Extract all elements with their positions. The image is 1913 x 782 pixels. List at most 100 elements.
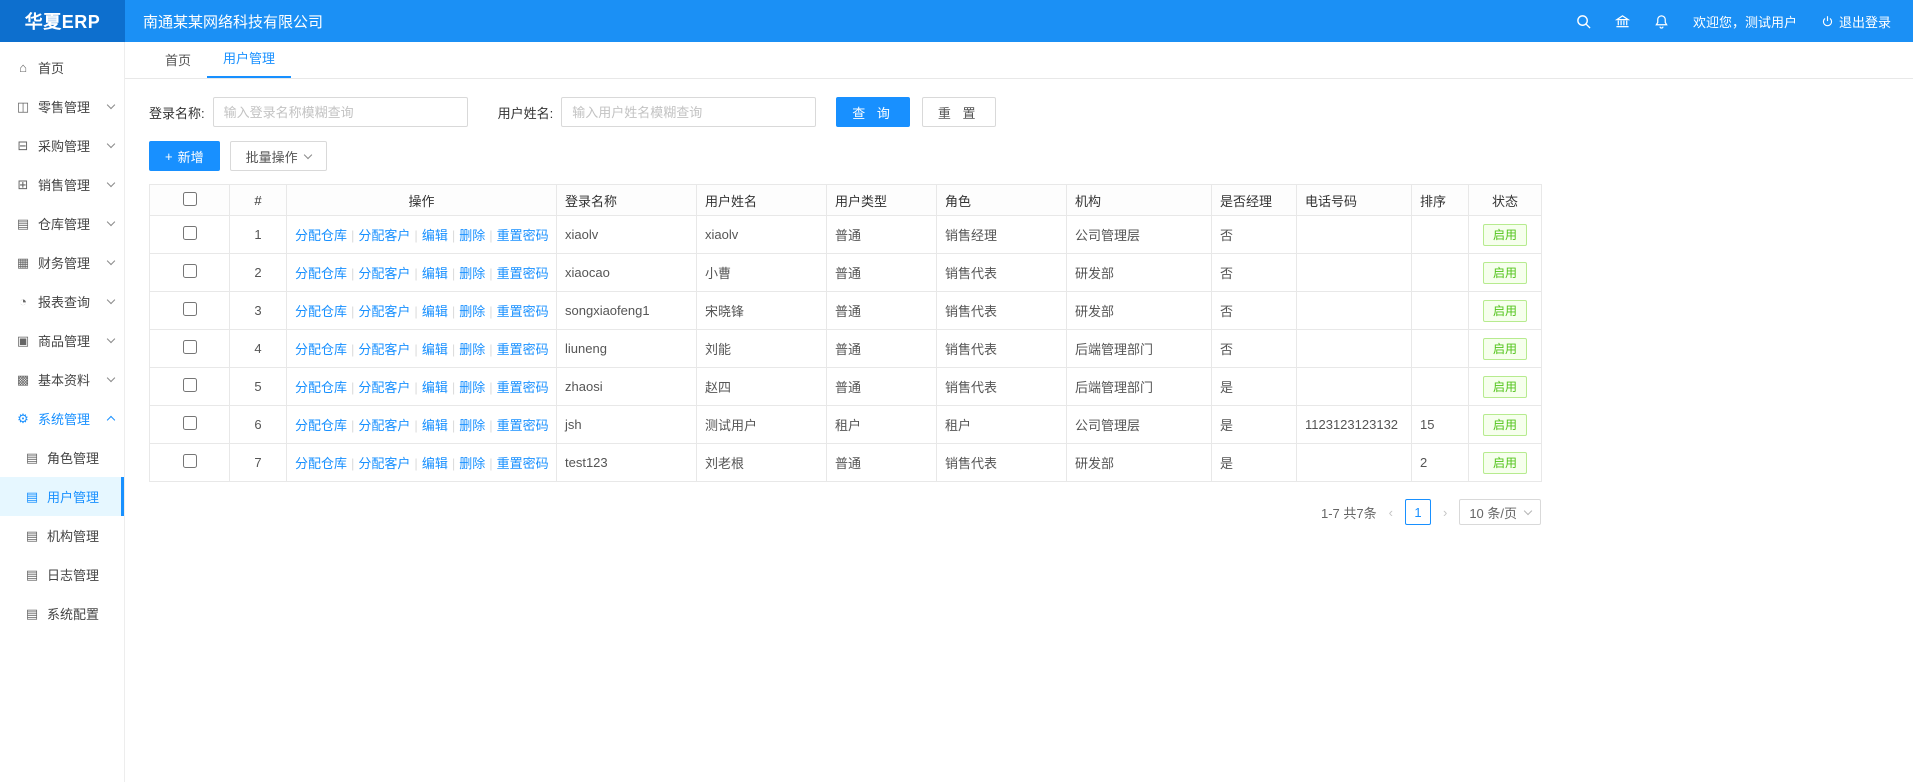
prev-page-button[interactable]: ‹ [1387,505,1395,520]
op-assign-customer-link[interactable]: 分配客户 [358,304,410,319]
batch-operations-button[interactable]: 批量操作 [230,141,327,171]
row-operations: 分配仓库|分配客户|编辑|删除|重置密码 [287,254,557,292]
is-manager-cell: 是 [1212,368,1297,406]
op-assign-customer-link[interactable]: 分配客户 [358,266,410,281]
welcome-user[interactable]: 欢迎您，测试用户 [1693,12,1797,31]
status-badge[interactable]: 启用 [1483,338,1527,360]
column-header: 是否经理 [1212,185,1297,216]
user-type-cell: 普通 [827,292,937,330]
warehouse-icon: ▤ [15,216,31,232]
op-assign-warehouse-link[interactable]: 分配仓库 [295,380,347,395]
op-separator: | [452,228,455,243]
sidebar: ⌂首页◫零售管理⊟采购管理⊞销售管理▤仓库管理▦财务管理◔报表查询▣商品管理▩基… [0,42,125,782]
op-assign-customer-link[interactable]: 分配客户 [358,456,410,471]
user-table-wrap: #操作登录名称用户姓名用户类型角色机构是否经理电话号码排序状态 1分配仓库|分配… [149,184,1541,482]
status-badge[interactable]: 启用 [1483,414,1527,436]
add-button[interactable]: + 新增 [149,141,220,171]
op-reset-password-link[interactable]: 重置密码 [497,304,549,319]
status-badge[interactable]: 启用 [1483,452,1527,474]
row-checkbox[interactable] [183,454,197,468]
op-reset-password-link[interactable]: 重置密码 [497,380,549,395]
building-icon[interactable] [1615,14,1630,29]
row-checkbox[interactable] [183,340,197,354]
sidebar-item-finance[interactable]: ▦财务管理 [0,243,124,282]
reset-button[interactable]: 重 置 [922,97,996,127]
op-delete-link[interactable]: 删除 [459,380,485,395]
page-size-select[interactable]: 10 条/页 [1459,499,1541,525]
op-edit-link[interactable]: 编辑 [422,266,448,281]
op-assign-warehouse-link[interactable]: 分配仓库 [295,304,347,319]
sidebar-item-goods[interactable]: ▣商品管理 [0,321,124,360]
row-checkbox[interactable] [183,302,197,316]
op-delete-link[interactable]: 删除 [459,228,485,243]
sidebar-item-retail[interactable]: ◫零售管理 [0,87,124,126]
tab-user-management[interactable]: 用户管理 [207,42,291,78]
row-checkbox[interactable] [183,226,197,240]
org-cell: 后端管理部门 [1067,368,1212,406]
row-checkbox[interactable] [183,416,197,430]
op-delete-link[interactable]: 删除 [459,456,485,471]
phone-cell [1297,444,1412,482]
status-badge[interactable]: 启用 [1483,262,1527,284]
row-checkbox[interactable] [183,264,197,278]
sidebar-item-home[interactable]: ⌂首页 [0,48,124,87]
user-name-input[interactable] [561,97,816,127]
op-reset-password-link[interactable]: 重置密码 [497,342,549,357]
sidebar-item-label: 报表查询 [38,292,108,311]
sidebar-item-role-management[interactable]: ▤角色管理 [0,438,124,477]
sidebar-item-log-management[interactable]: ▤日志管理 [0,555,124,594]
logout-button[interactable]: 退出登录 [1821,12,1891,31]
sidebar-item-config-management[interactable]: ▤系统配置 [0,594,124,633]
status-cell: 启用 [1469,330,1542,368]
op-reset-password-link[interactable]: 重置密码 [497,418,549,433]
sidebar-item-system[interactable]: ⚙系统管理 [0,399,124,438]
sidebar-item-sales[interactable]: ⊞销售管理 [0,165,124,204]
op-reset-password-link[interactable]: 重置密码 [497,228,549,243]
op-assign-warehouse-link[interactable]: 分配仓库 [295,418,347,433]
op-delete-link[interactable]: 删除 [459,342,485,357]
sidebar-item-label: 用户管理 [47,487,111,506]
sidebar-item-user-management[interactable]: ▤用户管理 [0,477,124,516]
status-badge[interactable]: 启用 [1483,224,1527,246]
op-edit-link[interactable]: 编辑 [422,456,448,471]
sidebar-item-org-management[interactable]: ▤机构管理 [0,516,124,555]
sidebar-item-basic[interactable]: ▩基本资料 [0,360,124,399]
sidebar-item-warehouse[interactable]: ▤仓库管理 [0,204,124,243]
role-cell: 销售代表 [937,292,1067,330]
op-assign-warehouse-link[interactable]: 分配仓库 [295,266,347,281]
next-page-button[interactable]: › [1441,505,1449,520]
status-badge[interactable]: 启用 [1483,376,1527,398]
op-assign-warehouse-link[interactable]: 分配仓库 [295,342,347,357]
op-delete-link[interactable]: 删除 [459,266,485,281]
login-name-input[interactable] [213,97,468,127]
op-assign-customer-link[interactable]: 分配客户 [358,418,410,433]
op-edit-link[interactable]: 编辑 [422,418,448,433]
op-delete-link[interactable]: 删除 [459,304,485,319]
op-edit-link[interactable]: 编辑 [422,304,448,319]
row-checkbox[interactable] [183,378,197,392]
status-badge[interactable]: 启用 [1483,300,1527,322]
op-reset-password-link[interactable]: 重置密码 [497,456,549,471]
phone-cell [1297,216,1412,254]
select-all-checkbox[interactable] [183,192,197,206]
op-assign-customer-link[interactable]: 分配客户 [358,342,410,357]
op-assign-warehouse-link[interactable]: 分配仓库 [295,228,347,243]
row-index: 4 [230,330,287,368]
sidebar-item-purchase[interactable]: ⊟采购管理 [0,126,124,165]
op-separator: | [489,342,492,357]
op-delete-link[interactable]: 删除 [459,418,485,433]
org-cell: 研发部 [1067,292,1212,330]
op-assign-warehouse-link[interactable]: 分配仓库 [295,456,347,471]
op-assign-customer-link[interactable]: 分配客户 [358,380,410,395]
op-edit-link[interactable]: 编辑 [422,380,448,395]
sidebar-item-report[interactable]: ◔报表查询 [0,282,124,321]
search-button[interactable]: 查 询 [836,97,910,127]
op-reset-password-link[interactable]: 重置密码 [497,266,549,281]
tab-home[interactable]: 首页 [149,42,207,78]
op-assign-customer-link[interactable]: 分配客户 [358,228,410,243]
page-number-button[interactable]: 1 [1405,499,1431,525]
op-edit-link[interactable]: 编辑 [422,342,448,357]
bell-icon[interactable] [1654,14,1669,29]
op-edit-link[interactable]: 编辑 [422,228,448,243]
search-icon[interactable] [1576,14,1591,29]
